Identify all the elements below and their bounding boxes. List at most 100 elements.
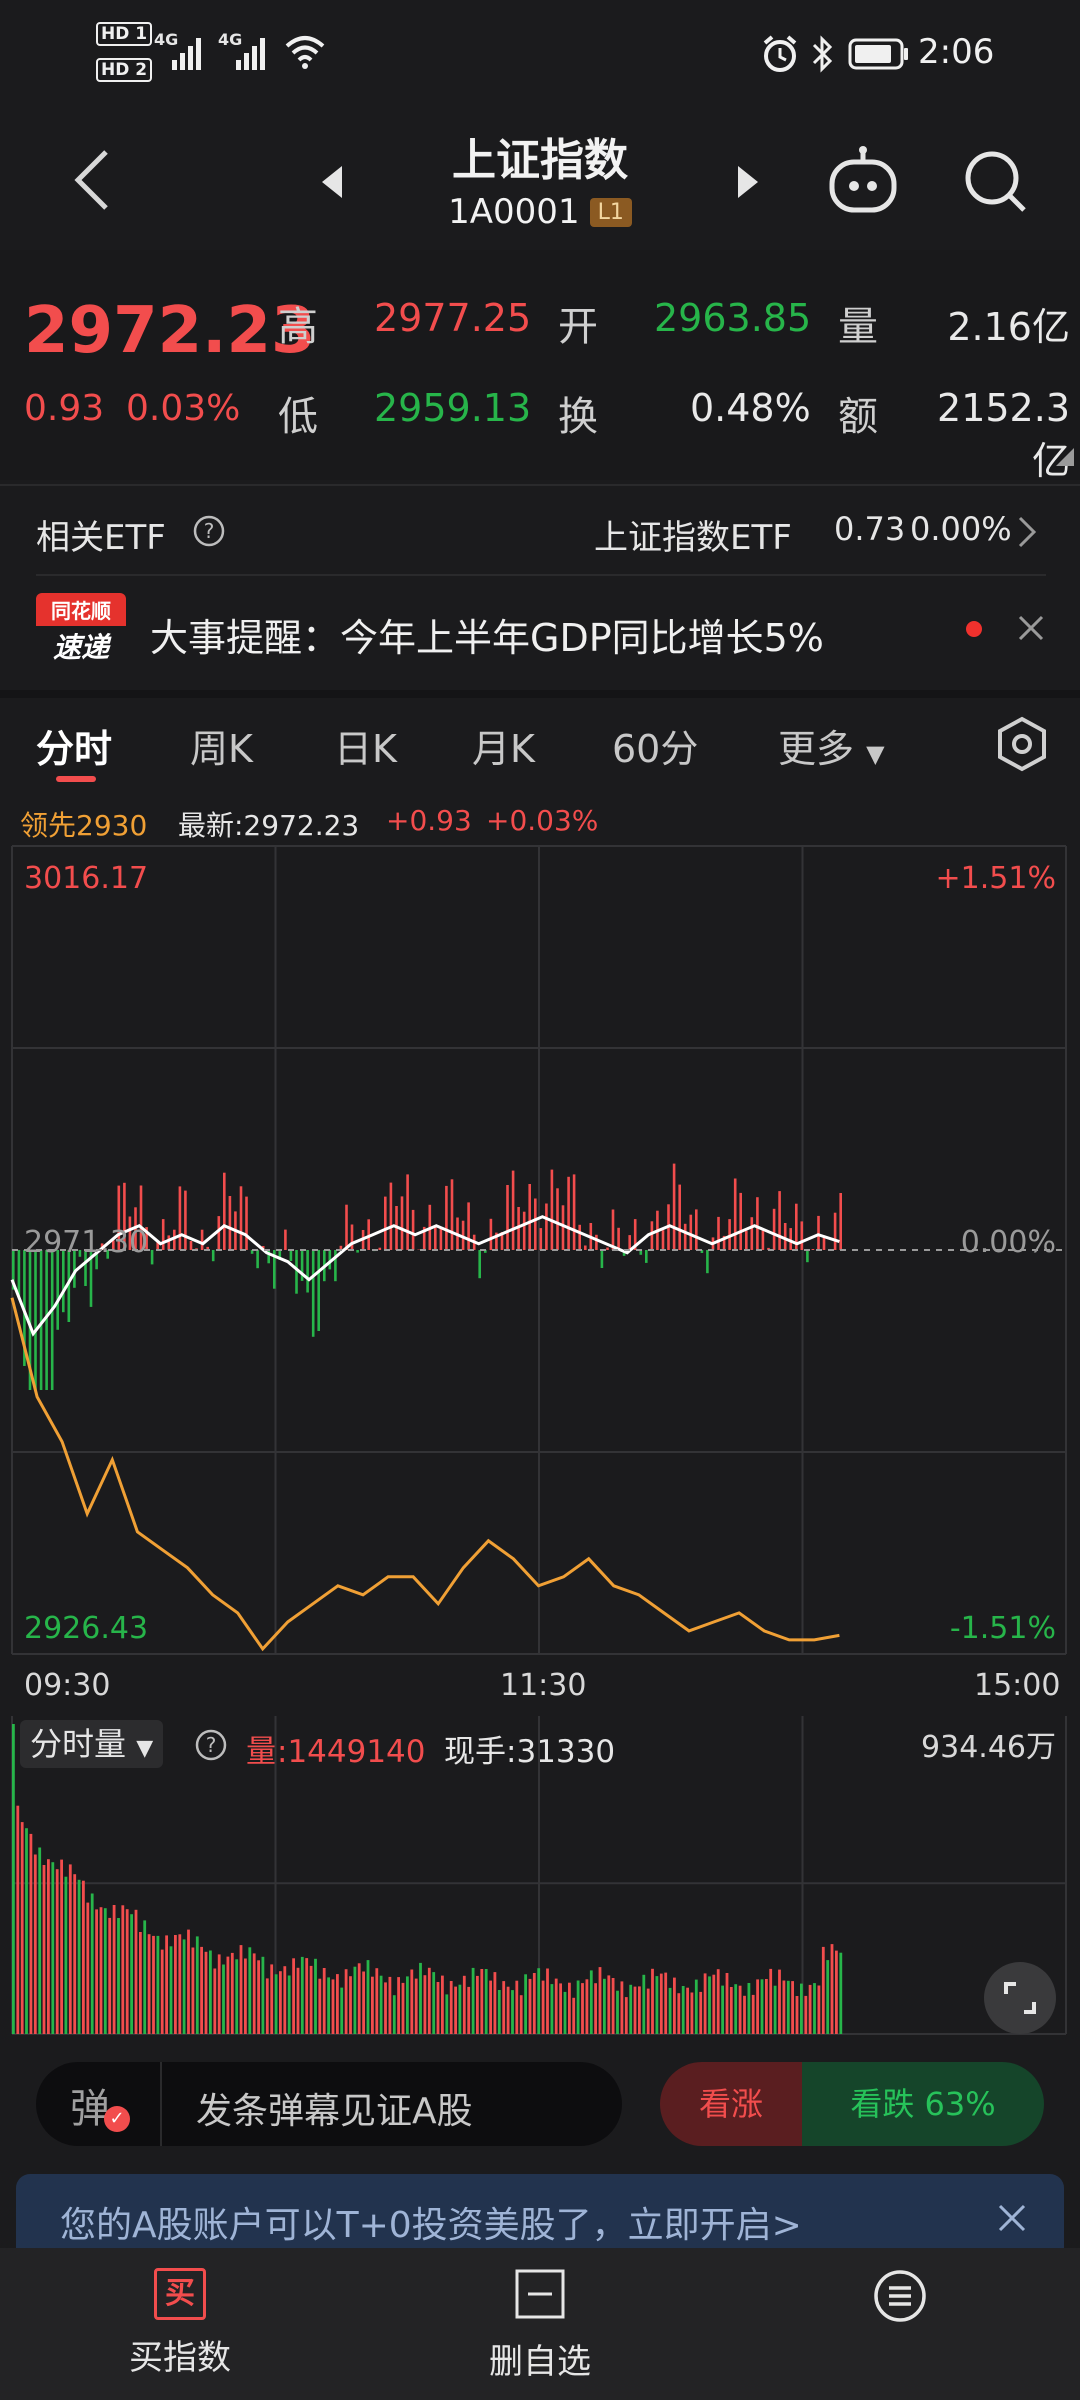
change-bar	[189, 1241, 193, 1250]
change-bar	[606, 1247, 609, 1250]
volume-value: 2.16亿	[947, 305, 1070, 349]
volume-bar	[458, 1984, 462, 2034]
volume-bar	[99, 1907, 103, 2034]
change-bar	[167, 1235, 171, 1250]
change-bar	[489, 1218, 493, 1250]
remove-watchlist-button[interactable]: 删自选	[440, 2268, 640, 2383]
change-bar	[750, 1217, 754, 1250]
expand-corner-icon[interactable]	[1056, 448, 1074, 466]
change-bar	[150, 1250, 154, 1265]
volume-bar	[33, 1854, 37, 2034]
divider	[0, 484, 1080, 486]
more-menu-button[interactable]	[800, 2268, 1000, 2328]
tab-day-k[interactable]: 日K	[334, 718, 397, 773]
svg-text:?: ?	[204, 519, 215, 543]
volume-bar	[760, 1979, 764, 2034]
change-bar	[450, 1179, 454, 1250]
tab-more[interactable]: 更多 ▼	[778, 718, 885, 773]
change-bar	[645, 1250, 648, 1263]
help-icon[interactable]: ?	[192, 514, 226, 548]
volume-bar	[515, 1980, 519, 2034]
change-bar	[184, 1190, 187, 1250]
search-icon[interactable]	[962, 148, 1028, 214]
bearish-button[interactable]: 看跌 63%	[802, 2062, 1044, 2146]
status-bar: HD 1 HD 2 4G 4G 2:06	[0, 0, 1080, 110]
volume-bar	[340, 1987, 344, 2034]
close-icon[interactable]	[1016, 613, 1046, 643]
x-label-mid: 11:30	[500, 1668, 587, 1703]
volume-bar	[756, 1979, 759, 2034]
fullscreen-button[interactable]	[984, 1962, 1056, 2034]
chevron-right-icon[interactable]	[1016, 514, 1038, 550]
banner-close-icon[interactable]	[996, 2202, 1028, 2234]
change-bar	[695, 1209, 698, 1250]
tab-intraday[interactable]: 分时	[36, 718, 112, 773]
change-bar	[445, 1185, 448, 1250]
promo-banner[interactable]: 您的A股账户可以T+0投资美股了，立即开启>	[16, 2174, 1064, 2254]
volume-bar	[139, 1932, 142, 2034]
price-change-bars	[12, 1163, 842, 1390]
volume-bar	[537, 1968, 541, 2034]
volume-bar	[235, 1959, 239, 2034]
volume-bar	[441, 1975, 444, 2034]
volume-bar	[673, 1977, 676, 2034]
change-bar	[595, 1234, 598, 1250]
tab-week-k[interactable]: 周K	[190, 718, 253, 773]
settings-hexagon-icon[interactable]	[996, 716, 1048, 772]
next-stock-icon[interactable]	[734, 164, 762, 200]
volume-bar	[64, 1876, 68, 2034]
volume-bar	[406, 1976, 409, 2034]
buy-index-button[interactable]: 买 买指数	[80, 2268, 280, 2379]
news-alert-row[interactable]: 同花顺 速递 大事提醒：今年上半年GDP同比增长5%	[0, 585, 1080, 675]
volume-bar	[121, 1905, 125, 2034]
volume-bar	[209, 1950, 212, 2034]
volume-bar	[568, 1982, 571, 2034]
volume-bar	[502, 1981, 506, 2034]
turnover-label: 换	[558, 394, 598, 440]
volume-label: 量	[838, 304, 878, 350]
volume-bar	[449, 1981, 453, 2034]
volume-chart[interactable]	[0, 1712, 1080, 2046]
volume-bar	[384, 1982, 387, 2034]
volume-bar	[738, 1985, 742, 2034]
volume-bar	[572, 1997, 576, 2034]
tab-60min[interactable]: 60分	[612, 718, 698, 773]
bullish-button[interactable]: 看涨 37%	[660, 2062, 802, 2146]
change-bar	[384, 1196, 387, 1250]
x-label-start: 09:30	[24, 1668, 111, 1703]
volume-bar	[795, 1996, 799, 2034]
volume-bar	[471, 1967, 475, 2034]
volume-bar	[817, 1985, 821, 2034]
danmu-placeholder: 发条弹幕见证A股	[196, 2091, 473, 2132]
volume-bar	[528, 1978, 532, 2034]
volume-bar	[690, 1992, 694, 2034]
change-bar	[511, 1170, 515, 1250]
robot-assistant-icon[interactable]	[826, 144, 900, 216]
related-etf-row[interactable]: 相关ETF ? 上证指数ETF 0.73 0.00%	[0, 490, 1080, 570]
change-bar	[317, 1250, 320, 1331]
change-bar	[683, 1223, 687, 1250]
volume-bar	[511, 1990, 514, 2034]
volume-bar	[532, 1973, 536, 2034]
volume-bar	[655, 1976, 659, 2034]
change-bar	[39, 1250, 43, 1390]
volume-bar	[261, 1956, 265, 2034]
volume-bar	[721, 1985, 724, 2034]
tab-month-k[interactable]: 月K	[472, 718, 535, 773]
volume-bar	[143, 1920, 147, 2034]
intraday-chart[interactable]: 3016.17 2971.30 2926.43 +1.51% 0.00% -1.…	[0, 842, 1080, 1672]
open-label: 开	[558, 304, 598, 350]
danmu-input-bar[interactable]: 弹 ✓ 发条弹幕见证A股	[36, 2062, 622, 2146]
change-bar	[211, 1250, 215, 1262]
buy-icon: 买	[154, 2268, 206, 2320]
change-bar	[550, 1169, 554, 1250]
volume-bar	[773, 1985, 777, 2034]
volume-bar	[397, 1977, 400, 2034]
volume-bar	[664, 1972, 668, 2034]
volume-bar	[314, 1958, 317, 2034]
danmu-toggle[interactable]: 弹 ✓	[36, 2062, 162, 2146]
volume-bar	[217, 1954, 221, 2034]
volume-bar	[29, 1833, 33, 2034]
volume-bar	[677, 1993, 681, 2034]
active-tab-indicator	[56, 776, 96, 782]
